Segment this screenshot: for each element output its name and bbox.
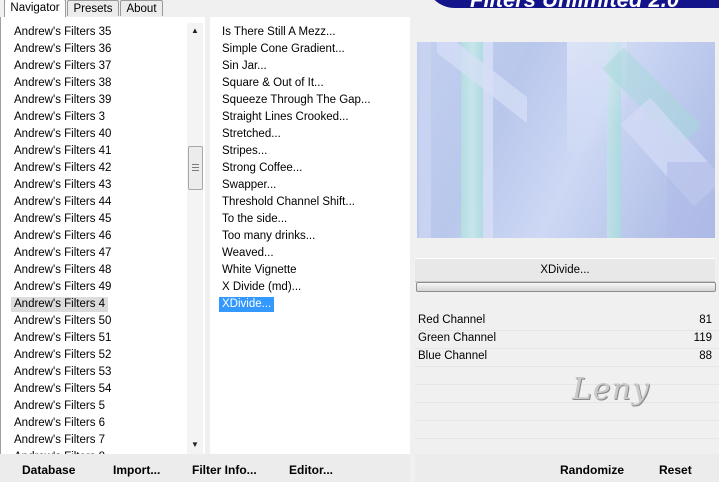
filter-info-button[interactable]: Filter Info... — [192, 463, 257, 477]
filter-list-item[interactable]: Squeeze Through The Gap... — [219, 93, 374, 108]
filter-list-item[interactable]: Simple Cone Gradient... — [219, 42, 348, 57]
filter-list-item[interactable]: White Vignette — [219, 263, 300, 278]
category-list-item[interactable]: Andrew's Filters 42 — [11, 161, 114, 176]
filter-list-item[interactable]: Sin Jar... — [219, 59, 270, 74]
filter-list-item[interactable]: Square & Out of It... — [219, 76, 327, 91]
filter-list-item[interactable]: X Divide (md)... — [219, 280, 304, 295]
category-list-item[interactable]: Andrew's Filters 3 — [11, 110, 108, 125]
import-button[interactable]: Import... — [113, 463, 160, 477]
category-scrollbar[interactable]: ▲ ▼ — [187, 23, 203, 454]
category-list-item[interactable]: Andrew's Filters 44 — [11, 195, 114, 210]
category-list-item[interactable]: Andrew's Filters 51 — [11, 331, 114, 346]
param-value[interactable]: 88 — [699, 350, 712, 362]
category-list-item[interactable]: Andrew's Filters 36 — [11, 42, 114, 57]
param-label: Blue Channel — [418, 350, 488, 362]
preview-image — [417, 42, 715, 238]
param-green-channel[interactable]: Green Channel 119 — [415, 330, 719, 348]
category-list-item[interactable]: Andrew's Filters 52 — [11, 348, 114, 363]
filter-list-item[interactable]: Weaved... — [219, 246, 277, 261]
category-list-item[interactable]: Andrew's Filters 43 — [11, 178, 114, 193]
param-label: Red Channel — [418, 314, 486, 326]
filter-list-item[interactable]: Swapper... — [219, 178, 279, 193]
param-red-channel[interactable]: Red Channel 81 — [415, 312, 719, 330]
category-list-item[interactable]: Andrew's Filters 38 — [11, 76, 114, 91]
category-list-item[interactable]: Andrew's Filters 39 — [11, 93, 114, 108]
filter-list[interactable]: Is There Still A Mezz... Simple Cone Grad… — [210, 17, 410, 454]
filter-list-item[interactable]: Too many drinks... — [219, 229, 318, 244]
category-list-item[interactable]: Andrew's Filters 54 — [11, 382, 114, 397]
category-list-item[interactable]: Andrew's Filters 53 — [11, 365, 114, 380]
randomize-button[interactable]: Randomize — [560, 463, 624, 477]
progress-bar — [416, 282, 716, 292]
category-list-item[interactable]: Andrew's Filters 47 — [11, 246, 114, 261]
filter-list-item[interactable]: Is There Still A Mezz... — [219, 25, 339, 40]
app-title-banner: Filters Unlimited 2.0 — [425, 0, 719, 8]
filter-list-item[interactable]: Straight Lines Crooked... — [219, 110, 352, 125]
filter-list-item[interactable]: Strong Coffee... — [219, 161, 305, 176]
tab-strip: Navigator Presets About — [0, 0, 420, 17]
tab-navigator[interactable]: Navigator — [4, 0, 66, 17]
filter-list-item[interactable]: Stretched... — [219, 127, 284, 142]
reset-button[interactable]: Reset — [659, 463, 692, 477]
filter-list-item[interactable]: XDivide... — [219, 297, 275, 312]
category-list-item[interactable]: Andrew's Filters 40 — [11, 127, 114, 142]
category-list[interactable]: Andrew's Filters 35 Andrew's Filters 36 An… — [0, 17, 205, 454]
param-value[interactable]: 119 — [694, 332, 712, 344]
scroll-down-arrow-icon[interactable]: ▼ — [187, 437, 203, 453]
category-list-item[interactable]: Andrew's Filters 46 — [11, 229, 114, 244]
param-blue-channel[interactable]: Blue Channel 88 — [415, 348, 719, 366]
tab-presets[interactable]: Presets — [67, 0, 119, 16]
category-list-item[interactable]: Andrew's Filters 49 — [11, 280, 114, 295]
database-button[interactable]: Database — [22, 463, 75, 477]
category-list-item[interactable]: Andrew's Filters 4 — [11, 297, 109, 312]
category-list-item[interactable]: Andrew's Filters 48 — [11, 263, 114, 278]
current-filter-name: XDivide... — [415, 258, 715, 282]
bottom-toolbar-right: Randomize Reset — [415, 454, 719, 482]
category-list-item[interactable]: Andrew's Filters 37 — [11, 59, 114, 74]
scroll-up-arrow-icon[interactable]: ▲ — [187, 23, 203, 39]
category-list-item[interactable]: Andrew's Filters 45 — [11, 212, 114, 227]
tab-about[interactable]: About — [120, 0, 163, 16]
bottom-toolbar-left: Database Import... Filter Info... Editor… — [0, 454, 410, 482]
scroll-thumb[interactable] — [188, 146, 203, 190]
filter-list-item[interactable]: Threshold Channel Shift... — [219, 195, 358, 210]
editor-button[interactable]: Editor... — [289, 463, 333, 477]
param-label: Green Channel — [418, 332, 496, 344]
filter-list-item[interactable]: To the side... — [219, 212, 290, 227]
param-value[interactable]: 81 — [699, 314, 712, 326]
category-list-item[interactable]: Andrew's Filters 50 — [11, 314, 114, 329]
category-list-item[interactable]: Andrew's Filters 7 — [11, 433, 108, 448]
category-list-item[interactable]: Andrew's Filters 6 — [11, 416, 108, 431]
filter-list-item[interactable]: Stripes... — [219, 144, 270, 159]
category-list-item[interactable]: Andrew's Filters 35 — [11, 25, 114, 40]
category-list-item[interactable]: Andrew's Filters 41 — [11, 144, 114, 159]
category-list-item[interactable]: Andrew's Filters 5 — [11, 399, 108, 414]
watermark-signature: Leny — [572, 372, 650, 407]
parameter-panel: Red Channel 81 Green Channel 119 Blue Ch… — [415, 312, 719, 452]
